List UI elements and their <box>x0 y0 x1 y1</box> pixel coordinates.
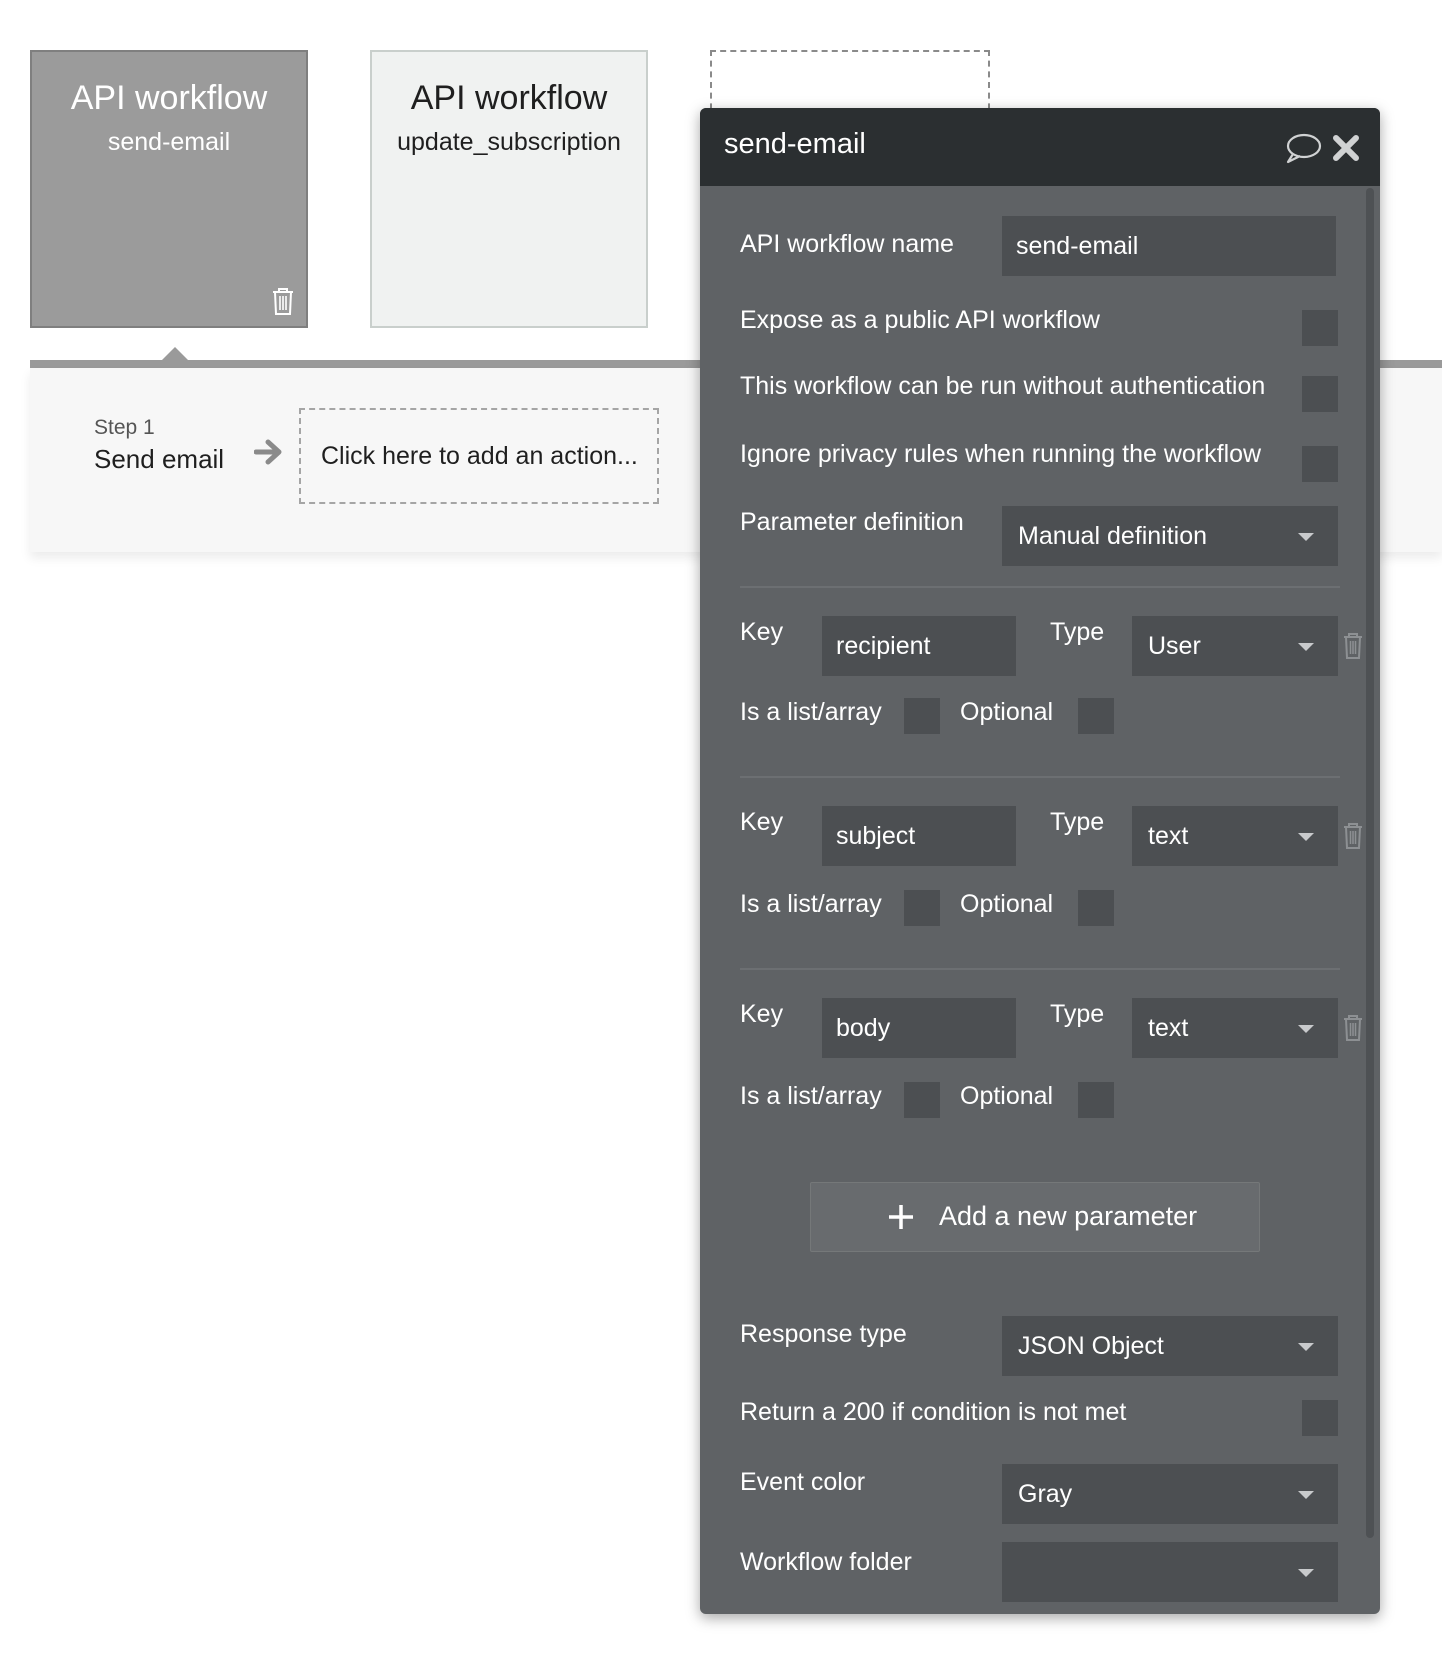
param-optional-label: Optional <box>960 698 1054 726</box>
param-key-input[interactable]: recipient <box>822 616 1016 676</box>
param-list-checkbox[interactable] <box>904 1082 940 1118</box>
chevron-down-icon <box>1298 1569 1314 1577</box>
no-auth-label: This workflow can be run without authent… <box>740 372 1266 400</box>
card-subtitle: update_subscription <box>397 128 621 156</box>
chevron-down-icon <box>1298 1491 1314 1499</box>
event-color-value: Gray <box>1018 1480 1073 1508</box>
param-optional-checkbox[interactable] <box>1078 698 1114 734</box>
trash-icon[interactable] <box>1342 1014 1364 1042</box>
param-optional-label: Optional <box>960 890 1054 918</box>
param-type-value: text <box>1148 822 1189 850</box>
expose-public-label: Expose as a public API workflow <box>740 306 1100 334</box>
workflow-name-label: API workflow name <box>740 230 954 258</box>
add-parameter-button[interactable]: Add a new parameter <box>810 1182 1260 1252</box>
expose-public-checkbox[interactable] <box>1302 310 1338 346</box>
event-color-select[interactable]: Gray <box>1002 1464 1338 1524</box>
param-list-checkbox[interactable] <box>904 698 940 734</box>
param-definition-label: Parameter definition <box>740 508 964 536</box>
arrow-right-icon <box>254 439 282 465</box>
add-parameter-label: Add a new parameter <box>939 1201 1198 1231</box>
param-key-input[interactable]: body <box>822 998 1016 1058</box>
divider <box>740 776 1340 778</box>
event-color-label: Event color <box>740 1468 866 1496</box>
close-icon[interactable] <box>1332 134 1360 162</box>
add-action-button[interactable]: Click here to add an action... <box>299 408 659 504</box>
chevron-down-icon <box>1298 833 1314 841</box>
plus-icon <box>889 1205 913 1229</box>
chevron-down-icon <box>1298 1025 1314 1033</box>
workflow-name-input[interactable]: send-email <box>1002 216 1336 276</box>
strip-pointer <box>162 347 188 360</box>
param-optional-checkbox[interactable] <box>1078 1082 1114 1118</box>
return-200-checkbox[interactable] <box>1302 1400 1338 1436</box>
param-key-label: Key <box>740 808 784 836</box>
trash-icon[interactable] <box>270 286 296 316</box>
param-list-checkbox[interactable] <box>904 890 940 926</box>
return-200-label: Return a 200 if condition is not met <box>740 1398 1127 1426</box>
param-type-select[interactable]: User <box>1132 616 1338 676</box>
panel-title: send-email <box>724 128 866 160</box>
workflow-folder-label: Workflow folder <box>740 1548 912 1576</box>
no-auth-checkbox[interactable] <box>1302 376 1338 412</box>
param-type-label: Type <box>1050 618 1105 646</box>
chevron-down-icon <box>1298 1343 1314 1351</box>
divider <box>740 968 1340 970</box>
divider <box>740 586 1340 588</box>
trash-icon[interactable] <box>1342 632 1364 660</box>
param-list-label: Is a list/array <box>740 890 882 918</box>
trash-icon[interactable] <box>1342 822 1364 850</box>
param-definition-value: Manual definition <box>1018 522 1208 550</box>
panel-header: send-email <box>700 108 1380 186</box>
card-subtitle: send-email <box>107 128 231 156</box>
param-optional-checkbox[interactable] <box>1078 890 1114 926</box>
param-key-label: Key <box>740 618 784 646</box>
chevron-down-icon <box>1298 533 1314 541</box>
param-type-select[interactable]: text <box>1132 806 1338 866</box>
panel-scrollbar[interactable] <box>1366 188 1374 1538</box>
response-type-select[interactable]: JSON Object <box>1002 1316 1338 1376</box>
param-type-value: User <box>1148 632 1201 660</box>
step-number: Step 1 <box>94 416 155 439</box>
step-name[interactable]: Send email <box>94 444 224 475</box>
comment-icon[interactable] <box>1284 132 1322 164</box>
response-type-value: JSON Object <box>1018 1332 1164 1360</box>
workflow-properties-panel: send-email API workflow name send-email … <box>700 108 1380 1614</box>
param-type-select[interactable]: text <box>1132 998 1338 1058</box>
response-type-label: Response type <box>740 1320 907 1348</box>
workflow-folder-select[interactable] <box>1002 1542 1338 1602</box>
ignore-privacy-checkbox[interactable] <box>1302 446 1338 482</box>
chevron-down-icon <box>1298 643 1314 651</box>
param-type-value: text <box>1148 1014 1189 1042</box>
ignore-privacy-label: Ignore privacy rules when running the wo… <box>740 440 1262 468</box>
param-type-label: Type <box>1050 1000 1105 1028</box>
param-list-label: Is a list/array <box>740 698 882 726</box>
param-optional-label: Optional <box>960 1082 1054 1110</box>
param-list-label: Is a list/array <box>740 1082 882 1110</box>
param-key-input[interactable]: subject <box>822 806 1016 866</box>
param-key-label: Key <box>740 1000 784 1028</box>
event-card-send-email[interactable]: API workflow send-email <box>30 50 308 328</box>
card-title: API workflow <box>70 79 268 117</box>
card-title: API workflow <box>410 79 608 117</box>
event-card-update-subscription[interactable]: API workflow update_subscription <box>370 50 648 328</box>
param-type-label: Type <box>1050 808 1105 836</box>
param-definition-select[interactable]: Manual definition <box>1002 506 1338 566</box>
